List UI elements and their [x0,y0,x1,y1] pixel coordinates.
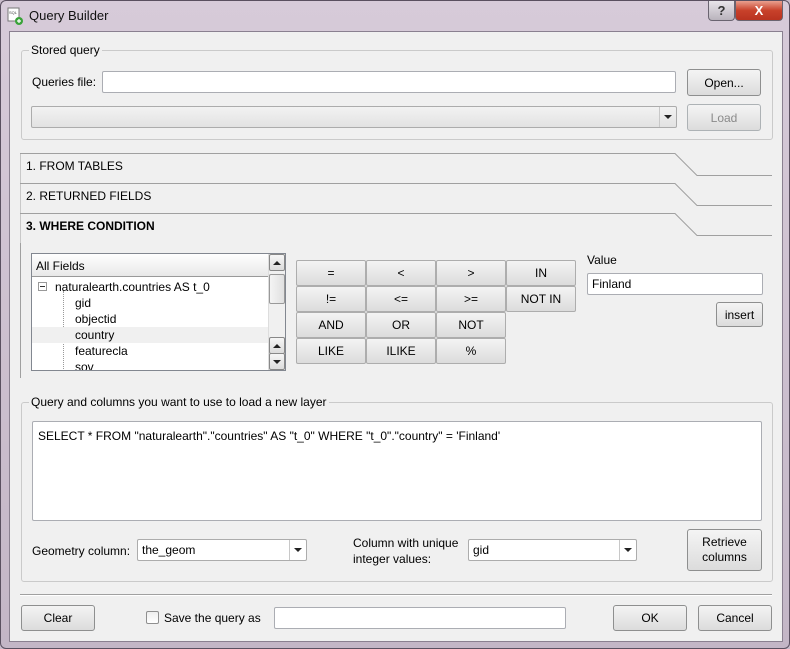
open-button[interactable]: Open... [687,69,761,96]
load-button[interactable]: Load [687,104,761,131]
scroll-down-button[interactable] [269,353,285,370]
fields-tree-header[interactable]: All Fields [32,254,269,277]
geometry-column-label: Geometry column: [32,544,131,558]
scroll-up-button-2[interactable] [269,337,285,354]
ok-button[interactable]: OK [613,605,687,631]
value-input[interactable]: Finland [587,273,763,295]
save-query-label: Save the query as [164,611,261,625]
clear-button[interactable]: Clear [21,605,95,631]
where-panel-border [20,243,21,378]
queries-file-input[interactable] [102,71,676,93]
unique-column-select[interactable]: gid [468,539,637,561]
value-label: Value [587,253,617,267]
op-not-equals[interactable]: != [296,286,366,312]
stored-query-label: Stored query [29,43,102,57]
op-not-in[interactable]: NOT IN [506,286,576,312]
section-label: 3. WHERE CONDITION [26,219,155,233]
unique-column-label-1: Column with unique [353,536,459,550]
tree-root[interactable]: naturalearth.countries AS t_0 [32,279,269,295]
section-label: 2. RETURNED FIELDS [26,189,152,203]
query-builder-window: SQL Query Builder ? X Stored query Queri… [0,0,790,649]
title-bar[interactable]: SQL Query Builder ? X [1,1,789,31]
op-not[interactable]: NOT [436,312,506,338]
tree-item-country[interactable]: country [32,327,269,343]
sql-textarea[interactable]: SELECT * FROM "naturalearth"."countries"… [32,421,762,521]
help-button[interactable]: ? [708,1,735,21]
op-empty [506,312,576,338]
cancel-button[interactable]: Cancel [698,605,772,631]
tree-item-objectid[interactable]: objectid [32,311,269,327]
tree-item-featurecla[interactable]: featurecla [32,343,269,359]
unique-column-label-2: integer values: [353,552,432,566]
retrieve-columns-button[interactable]: Retrieve columns [687,529,762,571]
svg-text:SQL: SQL [9,10,18,15]
op-in[interactable]: IN [506,260,576,286]
op-less[interactable]: < [366,260,436,286]
close-icon: X [754,3,764,18]
collapse-icon[interactable] [38,282,48,292]
section-label: 1. FROM TABLES [26,159,123,173]
tree-item-gid[interactable]: gid [32,295,269,311]
insert-button[interactable]: insert [716,302,763,327]
geometry-column-select[interactable]: the_geom [137,539,307,561]
sql-app-icon: SQL [7,7,23,25]
op-and[interactable]: AND [296,312,366,338]
chevron-down-icon[interactable] [619,540,636,560]
op-less-equal[interactable]: <= [366,286,436,312]
operator-grid: = < > IN != <= >= NOT IN AND OR NOT LIKE… [296,260,576,364]
save-query-name-input[interactable] [274,607,566,629]
close-button[interactable]: X [735,1,783,21]
section-from-tables[interactable]: 1. FROM TABLES [20,153,772,183]
dialog-client: Stored query Queries file: Open... Load … [9,31,783,642]
fields-tree[interactable]: All Fields naturalearth.countries AS t_0… [31,253,286,371]
save-query-checkbox[interactable] [146,611,159,624]
tree-scrollbar[interactable] [268,254,285,370]
op-like[interactable]: LIKE [296,338,366,364]
query-group-label: Query and columns you want to use to loa… [29,395,329,409]
queries-file-label: Queries file: [32,75,97,89]
window-title: Query Builder [29,8,109,23]
op-or[interactable]: OR [366,312,436,338]
op-greater-equal[interactable]: >= [436,286,506,312]
footer-separator [20,594,772,596]
stored-query-select[interactable] [31,106,677,128]
tree-root-label: naturalearth.countries AS t_0 [55,280,210,294]
chevron-down-icon[interactable] [659,107,676,127]
section-where-condition[interactable]: 3. WHERE CONDITION [20,213,772,243]
op-greater[interactable]: > [436,260,506,286]
scroll-thumb[interactable] [269,274,285,304]
op-percent[interactable]: % [436,338,506,364]
tab-outline [20,153,772,183]
chevron-down-icon[interactable] [289,540,306,560]
tree-item-sov[interactable]: sov [32,359,269,370]
section-returned-fields[interactable]: 2. RETURNED FIELDS [20,183,772,213]
op-ilike[interactable]: ILIKE [366,338,436,364]
scroll-up-button[interactable] [269,254,285,271]
op-equals[interactable]: = [296,260,366,286]
